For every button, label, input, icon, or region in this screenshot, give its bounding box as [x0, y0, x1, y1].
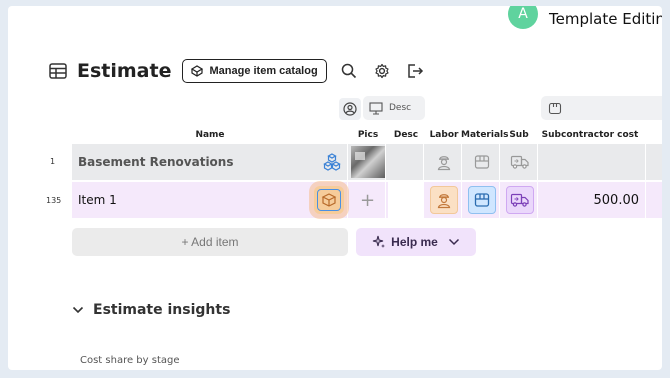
catalog-button-label: Manage item catalog	[209, 65, 318, 77]
manage-item-catalog-button[interactable]: Manage item catalog	[182, 59, 327, 83]
app-window: A Template Editing Estimate Manage item …	[8, 6, 662, 370]
cubes-icon[interactable]	[321, 151, 343, 173]
sparkle-icon	[373, 235, 386, 248]
materials-column-group[interactable]	[541, 96, 662, 120]
labor-cell[interactable]	[426, 144, 462, 180]
item-name: Item 1	[78, 193, 117, 207]
materials-box-icon	[467, 186, 496, 214]
estimate-insights-title: Estimate insights	[93, 302, 231, 318]
chevron-down-icon	[72, 306, 84, 314]
desc-column-group[interactable]: Desc	[363, 96, 425, 120]
delivery-truck-icon	[505, 186, 534, 214]
estimate-toolbar: Estimate Manage item catalog	[48, 56, 426, 86]
box-icon	[548, 102, 562, 114]
materials-cell[interactable]	[464, 182, 500, 218]
box-icon	[317, 189, 341, 211]
column-header-name[interactable]: Name	[72, 130, 348, 140]
page-title: Estimate	[77, 60, 172, 82]
help-me-button[interactable]: Help me	[356, 228, 476, 256]
pics-cell[interactable]	[350, 144, 386, 180]
gear-icon[interactable]	[371, 60, 393, 82]
add-photo-button[interactable]: +	[350, 182, 386, 218]
search-icon[interactable]	[338, 60, 360, 82]
catalog-icon	[191, 65, 204, 77]
desc-pill-label: Desc	[389, 103, 412, 113]
sub-cell[interactable]	[502, 182, 538, 218]
chevron-down-icon	[448, 238, 459, 246]
item-catalog-button[interactable]	[314, 186, 344, 214]
materials-box-icon	[469, 149, 495, 175]
cost-share-label: Cost share by stage	[80, 355, 180, 366]
presentation-icon	[369, 101, 383, 115]
export-icon[interactable]	[404, 60, 426, 82]
column-header-materials[interactable]: Materials	[461, 130, 508, 140]
column-header-labor[interactable]: Labor	[426, 130, 462, 140]
help-me-label: Help me	[391, 235, 438, 249]
table-row-group[interactable]: Basement Renovations	[72, 144, 662, 180]
name-cell[interactable]: Item 1	[72, 182, 348, 218]
column-header-sub[interactable]: Sub	[503, 130, 535, 140]
delivery-truck-icon	[507, 149, 533, 175]
user-avatar[interactable]: A	[508, 6, 538, 29]
column-header-pics[interactable]: Pics	[350, 130, 386, 140]
avatar-letter: A	[518, 6, 528, 22]
name-cell[interactable]: Basement Renovations	[72, 144, 348, 180]
materials-cell[interactable]	[464, 144, 500, 180]
labor-worker-icon	[429, 186, 458, 214]
sub-cell[interactable]	[502, 144, 538, 180]
row-number: 135	[46, 196, 62, 205]
photo-thumbnail[interactable]	[350, 146, 385, 178]
desc-cell[interactable]	[388, 144, 424, 180]
column-header-subcontractor-cost[interactable]: Subcontractor cost	[539, 130, 641, 140]
table-row[interactable]: Item 1 + 500.00	[72, 182, 662, 218]
estimate-insights-toggle[interactable]: Estimate insights	[72, 302, 230, 318]
labor-cell[interactable]	[426, 182, 462, 218]
user-circle-icon[interactable]	[339, 98, 361, 120]
table-icon	[48, 61, 68, 81]
group-name: Basement Renovations	[78, 155, 234, 169]
subcontractor-cost-cell[interactable]	[540, 144, 646, 180]
desc-cell[interactable]	[388, 182, 424, 218]
subcontractor-cost-cell[interactable]: 500.00	[540, 182, 646, 218]
labor-worker-icon	[431, 149, 457, 175]
project-title[interactable]: Template Editing	[549, 10, 662, 28]
row-number: 1	[50, 157, 56, 166]
column-header-desc[interactable]: Desc	[388, 130, 424, 140]
add-item-button[interactable]: + Add item	[72, 228, 348, 256]
